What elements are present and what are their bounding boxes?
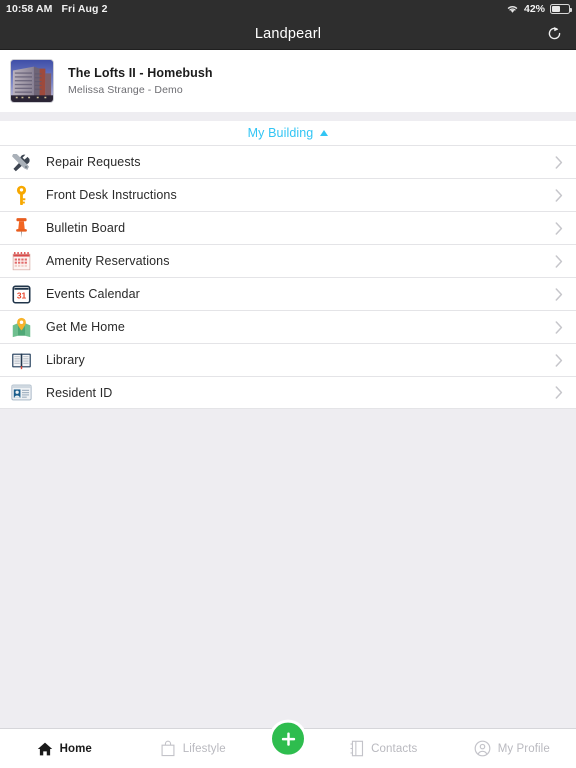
app-root: 10:58 AM Fri Aug 2 42% Landpearl The Lof… <box>0 0 576 768</box>
chevron-right-icon <box>555 254 565 268</box>
tab-my-profile[interactable]: My Profile <box>448 729 576 768</box>
chevron-right-icon <box>555 155 565 169</box>
calendar-31-icon: 31 <box>6 282 36 306</box>
list-item-front-desk-instructions[interactable]: Front Desk Instructions <box>0 178 576 211</box>
building-header[interactable]: The Lofts II - Homebush Melissa Strange … <box>0 50 576 112</box>
person-circle-icon <box>474 740 491 757</box>
menu-list: Repair Requests Front Desk Instructions <box>0 145 576 409</box>
tab-label: My Profile <box>497 742 550 755</box>
list-item-bulletin-board[interactable]: Bulletin Board <box>0 211 576 244</box>
chevron-right-icon <box>555 188 565 202</box>
pushpin-icon <box>6 216 36 240</box>
list-item-get-me-home[interactable]: Get Me Home <box>0 310 576 343</box>
chevron-right-icon <box>555 386 565 399</box>
battery-icon <box>550 4 573 14</box>
key-icon <box>6 183 36 207</box>
section-header-my-building[interactable]: My Building <box>0 121 576 145</box>
list-item-label: Get Me Home <box>46 320 125 334</box>
list-item-label: Amenity Reservations <box>46 254 170 268</box>
page-title: Landpearl <box>254 25 322 42</box>
building-text-block: The Lofts II - Homebush Melissa Strange … <box>68 66 213 96</box>
tab-contacts[interactable]: Contacts <box>319 729 448 768</box>
refresh-icon[interactable] <box>542 22 566 46</box>
building-photo <box>10 59 54 103</box>
id-card-icon <box>6 381 36 405</box>
list-item-label: Events Calendar <box>46 287 140 301</box>
chevron-right-icon <box>555 353 565 367</box>
status-bar-time: 10:58 AM <box>6 3 53 15</box>
svg-text:31: 31 <box>16 290 26 300</box>
calendar-grid-icon <box>6 249 36 273</box>
list-item-label: Bulletin Board <box>46 221 126 235</box>
caret-up-icon <box>320 130 329 136</box>
list-item-label: Repair Requests <box>46 155 141 169</box>
list-item-repair-requests[interactable]: Repair Requests <box>0 145 576 178</box>
bottom-tab-bar: Home Lifestyle Contacts My Profile <box>0 719 576 768</box>
chevron-right-icon <box>555 287 565 301</box>
tab-label: Contacts <box>371 742 418 755</box>
list-item-resident-id[interactable]: Resident ID <box>0 376 576 409</box>
wifi-icon <box>506 4 519 14</box>
add-button[interactable] <box>269 719 307 758</box>
list-item-events-calendar[interactable]: 31 Events Calendar <box>0 277 576 310</box>
empty-content-area <box>0 409 576 728</box>
tab-home[interactable]: Home <box>0 729 129 768</box>
list-item-library[interactable]: Library <box>0 343 576 376</box>
building-subtitle: Melissa Strange - Demo <box>68 84 183 96</box>
address-book-icon <box>349 740 364 757</box>
tab-label: Lifestyle <box>182 742 226 755</box>
tab-label: Home <box>59 742 92 755</box>
list-item-label: Resident ID <box>46 385 113 400</box>
nav-bar: Landpearl <box>0 18 576 50</box>
building-name: The Lofts II - Homebush <box>68 66 213 80</box>
open-book-icon <box>6 348 36 372</box>
status-bar-date: Fri Aug 2 <box>61 3 108 15</box>
tools-icon <box>6 150 36 174</box>
status-bar-left: 10:58 AM Fri Aug 2 <box>6 3 108 15</box>
list-item-label: Library <box>46 353 85 367</box>
list-item-amenity-reservations[interactable]: Amenity Reservations <box>0 244 576 277</box>
section-header-label: My Building <box>247 126 314 140</box>
chevron-right-icon <box>555 320 565 334</box>
status-bar: 10:58 AM Fri Aug 2 42% <box>0 0 576 18</box>
battery-percent-label: 42% <box>523 3 545 15</box>
shopping-bag-icon <box>160 740 176 757</box>
home-icon <box>37 741 53 757</box>
chevron-right-icon <box>555 221 565 235</box>
section-divider <box>0 112 576 121</box>
tab-lifestyle[interactable]: Lifestyle <box>129 729 258 768</box>
status-bar-right: 42% <box>506 3 573 15</box>
map-pin-icon <box>6 315 36 339</box>
list-item-label: Front Desk Instructions <box>46 188 177 202</box>
